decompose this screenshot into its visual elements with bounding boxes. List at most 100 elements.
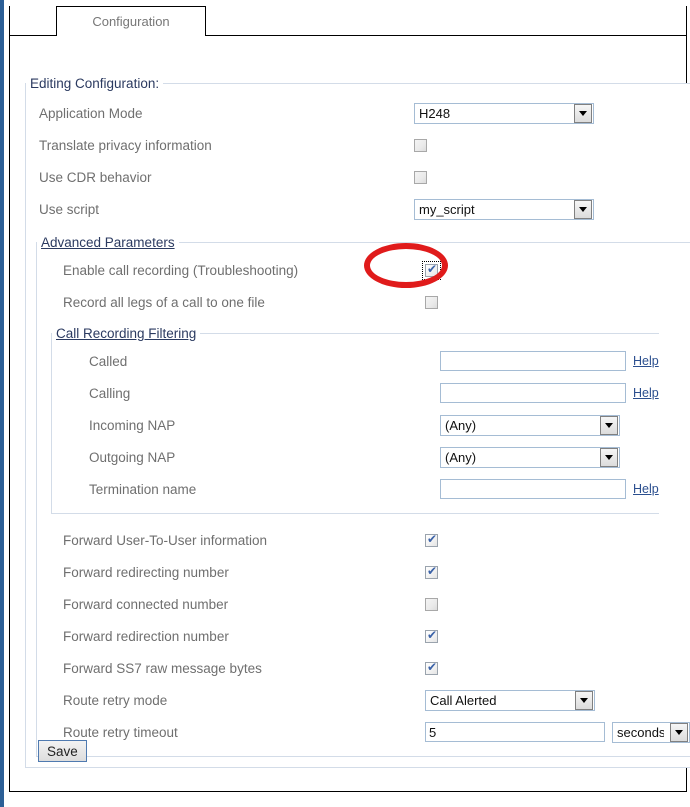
advanced-parameters-fieldset: Advanced Parameters Enable call recordin… xyxy=(36,235,690,757)
chevron-down-icon[interactable] xyxy=(575,690,593,710)
record-all-legs-label: Record all legs of a call to one file xyxy=(63,294,265,310)
row-route-retry-timeout: Route retry timeout seconds xyxy=(37,716,690,748)
forward-redirecting-number-control: ✔ xyxy=(425,563,690,579)
translate-privacy-label: Translate privacy information xyxy=(39,137,212,153)
use-script-value: my_script xyxy=(419,201,475,217)
forward-redirecting-number-checkbox[interactable]: ✔ xyxy=(425,563,438,579)
forward-redirection-number-control: ✔ xyxy=(425,627,690,643)
outgoing-nap-label: Outgoing NAP xyxy=(89,449,176,465)
row-forward-ss7-raw: Forward SS7 raw message bytes ✔ xyxy=(37,652,690,684)
route-retry-timeout-unit-value: seconds xyxy=(617,724,664,740)
use-cdr-behavior-checkbox[interactable] xyxy=(414,170,427,184)
outgoing-nap-control: (Any) xyxy=(440,446,659,468)
use-cdr-behavior-control xyxy=(414,170,690,184)
termination-name-control: Help xyxy=(440,479,659,499)
check-icon: ✔ xyxy=(427,261,438,276)
enable-call-recording-checkbox[interactable]: ✔ xyxy=(422,260,441,280)
tab-configuration-label: Configuration xyxy=(92,14,170,29)
check-icon: ✔ xyxy=(427,563,438,578)
check-icon: ✔ xyxy=(427,627,438,642)
enable-call-recording-control: ✔ xyxy=(422,260,690,280)
incoming-nap-label: Incoming NAP xyxy=(89,417,176,433)
record-all-legs-checkbox[interactable] xyxy=(425,295,438,309)
check-icon: ✔ xyxy=(427,531,438,546)
row-route-retry-mode: Route retry mode Call Alerted xyxy=(37,684,690,716)
chevron-down-icon[interactable] xyxy=(670,722,688,742)
application-mode-select[interactable]: H248 xyxy=(414,102,594,124)
called-control: Help xyxy=(440,351,659,371)
tab-strip: Configuration xyxy=(9,6,687,36)
forward-ss7-raw-checkbox[interactable]: ✔ xyxy=(425,659,438,675)
forward-ss7-raw-control: ✔ xyxy=(425,659,690,675)
forward-redirection-number-label: Forward redirection number xyxy=(63,628,229,644)
translate-privacy-control xyxy=(414,138,690,152)
row-incoming-nap: Incoming NAP (Any) xyxy=(52,409,659,441)
row-forward-redirecting-number: Forward redirecting number ✔ xyxy=(37,556,690,588)
editing-configuration-fieldset: Editing Configuration: Application Mode … xyxy=(25,76,690,768)
left-edge-rail xyxy=(0,0,4,807)
forward-redirection-number-checkbox[interactable]: ✔ xyxy=(425,627,438,643)
row-enable-call-recording: Enable call recording (Troubleshooting) … xyxy=(37,254,690,286)
forward-user-to-user-control: ✔ xyxy=(425,531,690,547)
calling-label: Calling xyxy=(89,385,131,401)
row-outgoing-nap: Outgoing NAP (Any) xyxy=(52,441,659,473)
called-help-link[interactable]: Help xyxy=(633,354,659,368)
translate-privacy-checkbox[interactable] xyxy=(414,138,427,152)
record-all-legs-control xyxy=(425,295,690,309)
route-retry-mode-control: Call Alerted xyxy=(425,689,690,711)
row-application-mode: Application Mode H248 xyxy=(26,97,690,129)
forward-ss7-raw-label: Forward SS7 raw message bytes xyxy=(63,660,262,676)
incoming-nap-value: (Any) xyxy=(445,417,477,433)
termination-name-help-link[interactable]: Help xyxy=(633,482,659,496)
row-translate-privacy: Translate privacy information xyxy=(26,129,690,161)
forward-connected-number-checkbox[interactable] xyxy=(425,597,438,611)
route-retry-mode-select[interactable]: Call Alerted xyxy=(425,689,595,711)
route-retry-mode-label: Route retry mode xyxy=(63,692,168,708)
outgoing-nap-select[interactable]: (Any) xyxy=(440,446,620,468)
forward-user-to-user-label: Forward User-To-User information xyxy=(63,532,268,548)
forward-user-to-user-checkbox[interactable]: ✔ xyxy=(425,531,438,547)
row-record-all-legs: Record all legs of a call to one file xyxy=(37,286,690,318)
call-recording-filtering-legend: Call Recording Filtering xyxy=(56,326,197,341)
route-retry-timeout-input[interactable] xyxy=(425,722,605,742)
tab-configuration[interactable]: Configuration xyxy=(56,6,206,36)
row-forward-user-to-user: Forward User-To-User information ✔ xyxy=(37,524,690,556)
termination-name-input[interactable] xyxy=(440,479,626,499)
row-forward-connected-number: Forward connected number xyxy=(37,588,690,620)
enable-call-recording-label: Enable call recording (Troubleshooting) xyxy=(63,262,299,278)
forward-connected-number-label: Forward connected number xyxy=(63,596,229,612)
call-recording-filtering-fieldset: Call Recording Filtering Called Help Cal… xyxy=(51,326,659,514)
editing-configuration-legend: Editing Configuration: xyxy=(30,76,160,91)
termination-name-label: Termination name xyxy=(89,481,197,497)
calling-control: Help xyxy=(440,383,659,403)
forward-redirecting-number-label: Forward redirecting number xyxy=(63,564,229,580)
chevron-down-icon[interactable] xyxy=(574,199,592,219)
application-mode-control: H248 xyxy=(414,102,690,124)
application-mode-value: H248 xyxy=(419,105,451,121)
use-cdr-behavior-label: Use CDR behavior xyxy=(39,169,152,185)
route-retry-mode-value: Call Alerted xyxy=(430,692,497,708)
advanced-parameters-legend: Advanced Parameters xyxy=(41,235,175,250)
route-retry-timeout-unit-select[interactable]: seconds xyxy=(612,721,690,743)
check-icon: ✔ xyxy=(427,659,438,674)
row-calling: Calling Help xyxy=(52,377,659,409)
use-script-select[interactable]: my_script xyxy=(414,198,594,220)
route-retry-timeout-label: Route retry timeout xyxy=(63,724,178,740)
outgoing-nap-value: (Any) xyxy=(445,449,477,465)
use-script-control: my_script xyxy=(414,198,690,220)
chevron-down-icon[interactable] xyxy=(600,447,618,467)
row-forward-redirection-number: Forward redirection number ✔ xyxy=(37,620,690,652)
row-use-script: Use script my_script xyxy=(26,193,690,225)
configuration-content: Editing Configuration: Application Mode … xyxy=(10,36,690,791)
chevron-down-icon[interactable] xyxy=(600,415,618,435)
called-label: Called xyxy=(89,353,128,369)
calling-help-link[interactable]: Help xyxy=(633,386,659,400)
row-use-cdr-behavior: Use CDR behavior xyxy=(26,161,690,193)
called-input[interactable] xyxy=(440,351,626,371)
calling-input[interactable] xyxy=(440,383,626,403)
route-retry-timeout-control: seconds xyxy=(425,721,690,743)
application-mode-label: Application Mode xyxy=(39,105,143,121)
save-button[interactable]: Save xyxy=(38,740,87,762)
chevron-down-icon[interactable] xyxy=(574,103,592,123)
incoming-nap-select[interactable]: (Any) xyxy=(440,414,620,436)
